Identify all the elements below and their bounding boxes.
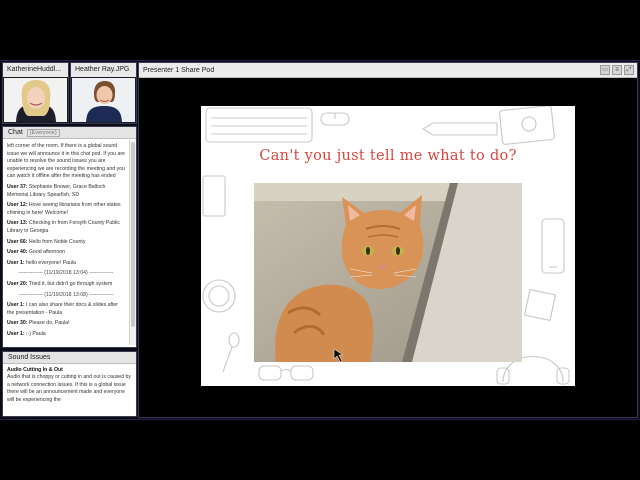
chat-header: Chat (Everyone) — [3, 127, 136, 139]
chat-message-text: Tried it, but didn't go through system — [27, 280, 113, 287]
kitten-photo — [254, 183, 522, 362]
chat-message: User 40: Good afternoon — [7, 249, 125, 257]
chat-message-list[interactable]: left corner of the room. If there is a g… — [3, 140, 129, 345]
chat-audience-selector[interactable]: (Everyone) — [26, 129, 60, 137]
camera-video-1 — [4, 78, 67, 122]
glasses-doodle-icon — [258, 365, 314, 381]
share-pod-titlebar: Presenter 1 Share Pod ▭ ≡ ⤢ — [139, 63, 637, 78]
chat-message-user: User 20: — [7, 280, 28, 287]
chat-message-text: Good afternoon — [27, 249, 65, 256]
chat-message: User 1: :-) Paula — [7, 331, 125, 339]
phone-doodle-icon — [541, 218, 565, 274]
chat-message-text: :-) Paula — [24, 330, 46, 337]
pencil-doodle-icon — [421, 122, 498, 136]
camera-video-2 — [72, 78, 135, 122]
coffee-cup-doodle-icon — [202, 279, 236, 313]
chat-message-user: User 1: — [7, 330, 25, 337]
chat-message-text: Hello from Noble County — [27, 238, 86, 245]
chat-message-user: User 1: — [7, 259, 25, 266]
camera-pod-1-title: KatherineHuddl... — [3, 63, 68, 77]
options-menu-button[interactable]: ≡ — [612, 65, 622, 75]
notebook-doodle-icon — [202, 175, 226, 217]
chat-scrollbar[interactable] — [129, 140, 136, 345]
chat-message: User 37: Stephanie Brewer, Grace Balloch… — [7, 184, 125, 199]
chat-timestamp-separator: -------------- (11/19/2018 13:04) ------… — [18, 270, 114, 277]
chat-message-user: User 12: — [7, 202, 28, 209]
chat-scroll-thumb[interactable] — [131, 142, 135, 327]
chat-message: User 1: hello everyone! Paula — [7, 260, 125, 268]
chat-message-text: Please do, Paula! — [27, 320, 70, 327]
chat-message: User 20: Tried it, but didn't go through… — [7, 281, 125, 289]
chat-message-user: User 40: — [7, 249, 28, 256]
chat-message-user: User 13: — [7, 220, 28, 227]
chat-message-text: hello everyone! Paula — [24, 259, 76, 266]
chat-message: User 1: I can also share their docs & sl… — [7, 302, 125, 317]
camera-pod-1[interactable]: KatherineHuddl... — [2, 62, 69, 124]
chat-intro-text: left corner of the room. If there is a g… — [7, 143, 125, 180]
chat-title: Chat — [8, 129, 23, 136]
chat-pod: Chat (Everyone) left corner of the room. … — [2, 126, 137, 348]
fullscreen-button[interactable]: ⤢ — [624, 65, 634, 75]
share-pod-title: Presenter 1 Share Pod — [143, 67, 215, 74]
chat-message: User 30: Please do, Paula! — [7, 320, 125, 328]
chat-message-text: I can also share their docs & slides aft… — [7, 302, 119, 316]
sound-item-title: Audio Cutting In & Out — [7, 367, 63, 373]
sticky-note-doodle-icon — [523, 288, 557, 322]
chat-message-user: User 66: — [7, 238, 28, 245]
slide-title: Can't you just tell me what to do? — [259, 148, 517, 164]
chat-message: User 12: Hove seeing librarians from oth… — [7, 202, 125, 217]
chat-message-user: User 37: — [7, 183, 28, 190]
chat-message-user: User 30: — [7, 320, 28, 327]
chat-message-user: User 1: — [7, 302, 25, 309]
keyboard-doodle-icon — [205, 107, 313, 143]
chat-timestamp-separator: -------------- (11/19/2018 13:08) ------… — [18, 291, 114, 298]
sound-issues-pod: Sound Issues Audio Cutting In & Out Audi… — [2, 351, 137, 417]
chat-message: User 13: Checking in from Forsyth County… — [7, 220, 125, 235]
sound-item-text: Audio that is choppy or cutting in and o… — [7, 374, 132, 403]
fit-width-button[interactable]: ▭ — [600, 65, 610, 75]
chat-message: User 66: Hello from Noble County — [7, 239, 125, 247]
presentation-slide: Can't you just tell me what to do? — [201, 106, 575, 386]
tablet-doodle-icon — [499, 106, 555, 145]
camera-pod-2[interactable]: Heather Ray.JPG — [70, 62, 137, 124]
spoon-doodle-icon — [222, 332, 240, 373]
camera-pod-2-title: Heather Ray.JPG — [71, 63, 136, 77]
sound-issues-title: Sound Issues — [3, 352, 136, 364]
mouse-doodle-icon — [320, 112, 350, 126]
